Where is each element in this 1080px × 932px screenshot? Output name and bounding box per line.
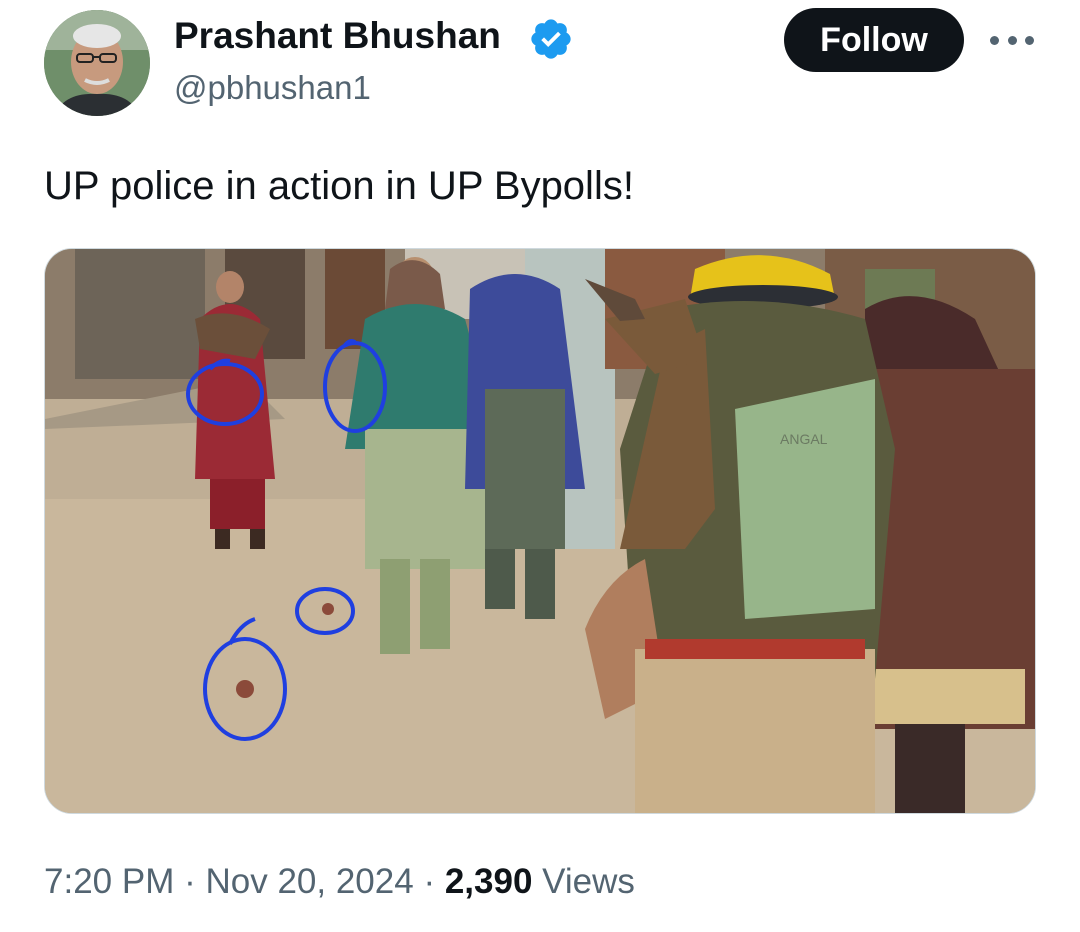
street-scene-image: ANGAL — [45, 249, 1035, 813]
avatar-image — [44, 10, 150, 116]
verified-badge-icon — [531, 19, 571, 59]
dot — [1007, 35, 1017, 45]
tweet-meta: 7:20 PM · Nov 20, 2024 · 2,390 Views — [44, 858, 635, 906]
separator: · — [184, 862, 196, 901]
views-label: Views — [542, 862, 635, 901]
more-options-icon[interactable] — [990, 24, 1034, 56]
uniform-text: ANGAL — [780, 431, 828, 447]
tweet-date[interactable]: Nov 20, 2024 — [205, 862, 413, 901]
tweet-time[interactable]: 7:20 PM — [44, 862, 174, 901]
avatar[interactable] — [44, 10, 150, 116]
display-name[interactable]: Prashant Bhushan — [174, 14, 501, 58]
separator: · — [423, 862, 436, 901]
dot — [990, 35, 999, 45]
tweet-text: UP police in action in UP Bypolls! — [44, 164, 634, 208]
views-count: 2,390 — [444, 862, 533, 901]
tweet-media-image[interactable]: ANGAL — [44, 248, 1036, 814]
user-handle[interactable]: @pbhushan1 — [174, 66, 371, 110]
dot — [1025, 35, 1034, 45]
follow-button[interactable]: Follow — [784, 8, 964, 72]
